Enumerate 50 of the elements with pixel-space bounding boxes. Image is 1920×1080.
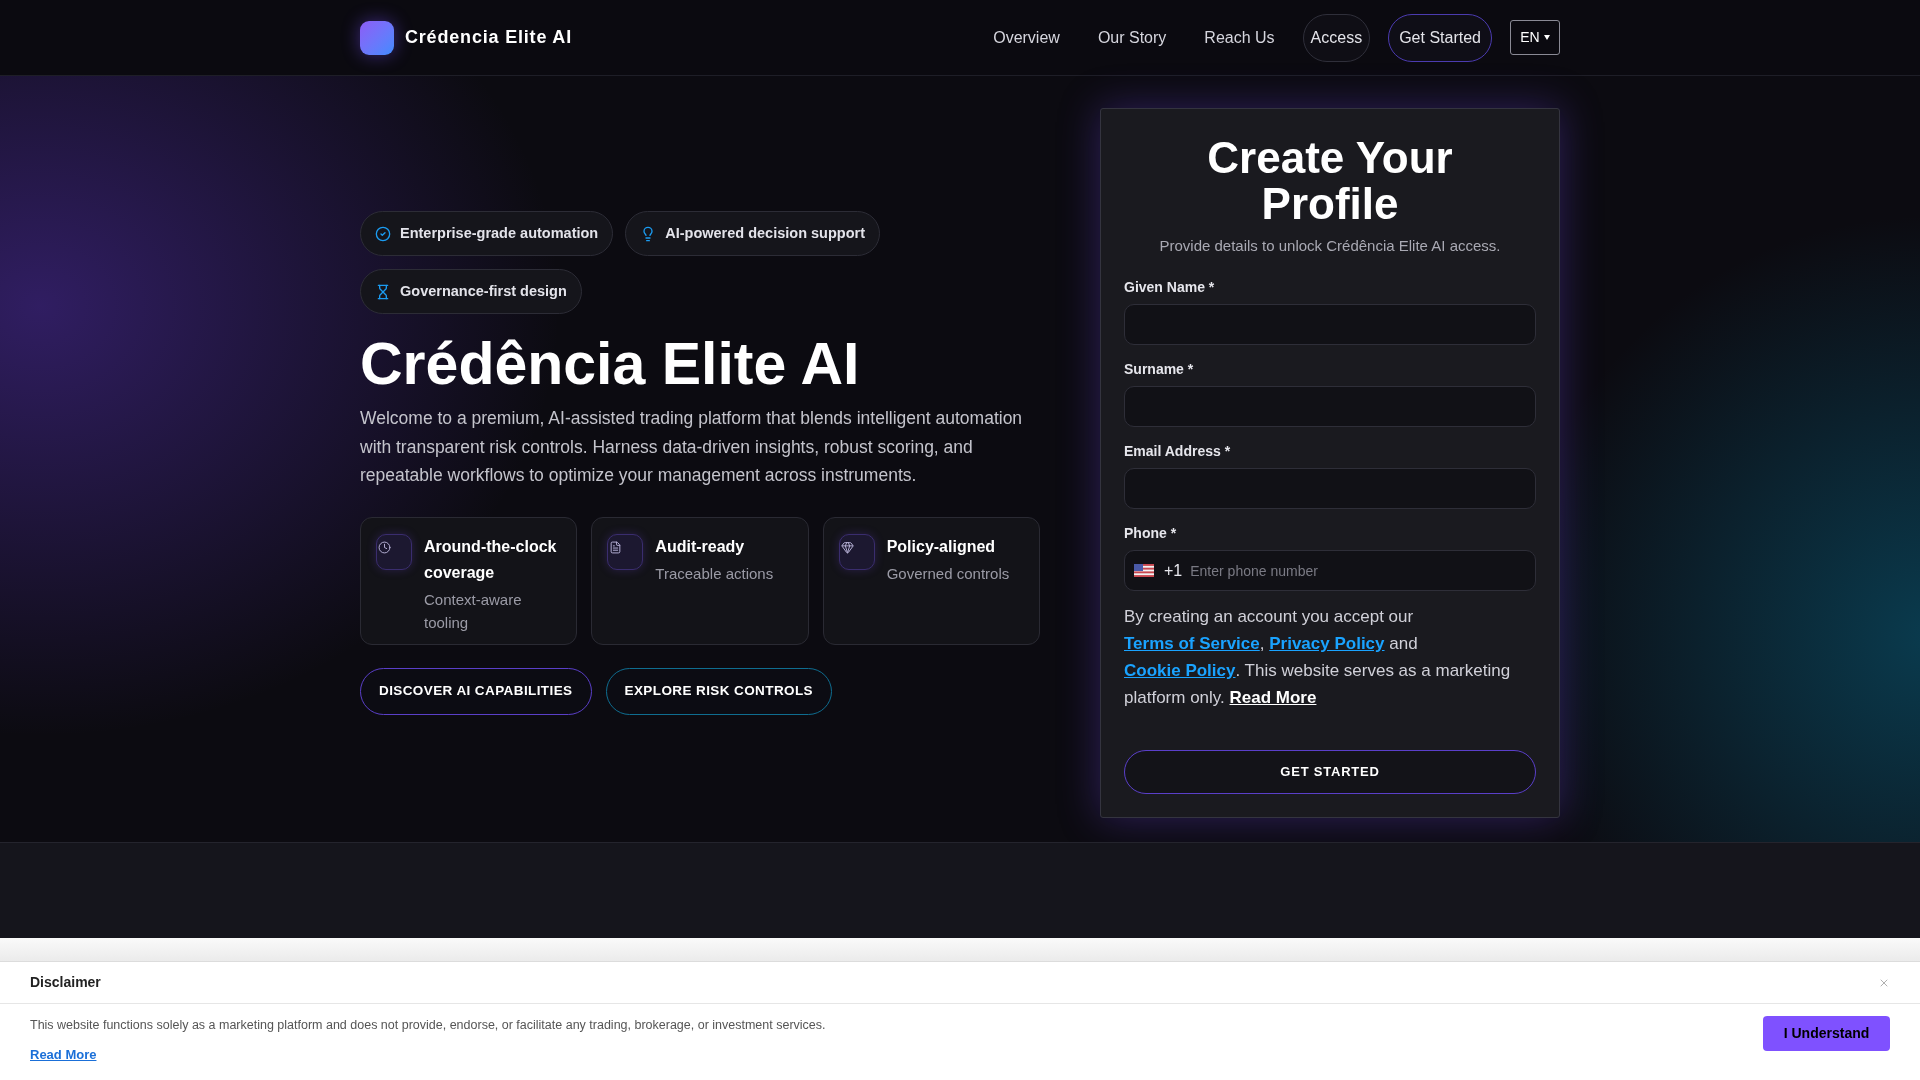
phone-number-input[interactable]: Enter phone number (1190, 559, 1523, 582)
feature-description: Traceable actions (655, 563, 774, 584)
hourglass-icon (375, 283, 391, 300)
chip-label: Enterprise-grade automation (400, 223, 599, 243)
cta-button[interactable]: EXPLORE RISK CONTROLS (605, 667, 833, 715)
feature-description: Governed controls (886, 563, 1010, 584)
feature-title: Around-the-clock coverage (424, 536, 558, 583)
field-label: Surname * (1124, 360, 1195, 379)
input-field[interactable] (1124, 468, 1536, 509)
dial-code: +1 (1164, 560, 1183, 581)
policy-link[interactable]: Cookie Policy (1124, 661, 1236, 680)
nav-link[interactable]: Reach Us (1194, 25, 1285, 50)
chip-label: AI-powered decision support (665, 223, 865, 243)
read-more-link[interactable]: Read More (1229, 688, 1317, 707)
gem-icon (838, 533, 875, 570)
brand-name: Crédencia Elite AI (405, 26, 572, 49)
feature-title: Audit-ready (655, 536, 746, 557)
form-title: Create Your Profile (1206, 135, 1454, 227)
policy-link[interactable]: Privacy Policy (1269, 634, 1385, 653)
feature-title: Policy-aligned (886, 536, 997, 557)
disclaimer-text: This website functions solely as a marketing platform and does not provide, endorse, or facilitate any trading, brokerage, or investment services. (30, 1017, 826, 1034)
form-subtitle: Provide details to unlock Crédência Elite AI access. (1158, 236, 1502, 256)
caret-icon (1543, 35, 1550, 40)
logo-icon (360, 20, 394, 55)
hero-intro: Welcome to a premium, AI-assisted trading platform that blends intelligent automation with transparent risk controls. Harness data-driven insights, robust scoring, and repeatable workflows to optimize your management across instruments. (360, 407, 1024, 488)
submit-button[interactable]: GET STARTED (1124, 750, 1536, 794)
flag-icon (1134, 564, 1154, 577)
input-field[interactable] (1124, 304, 1536, 345)
field-label: Given Name * (1124, 278, 1216, 297)
chip-label: Governance-first design (400, 281, 567, 301)
check-circle-icon (375, 225, 391, 242)
nav-link[interactable]: Our Story (1087, 25, 1177, 50)
nav-button[interactable]: Access (1302, 13, 1371, 62)
language-select[interactable]: EN (1510, 20, 1560, 55)
policy-link[interactable]: Terms of Service (1124, 634, 1260, 653)
understand-button[interactable]: I Understand (1763, 1016, 1890, 1051)
field-label: Email Address * (1124, 442, 1232, 461)
disclaimer-title: Disclaimer (30, 973, 101, 992)
hero-title: Crédência Elite AI (360, 332, 861, 397)
feature-description: Context-aware tooling (424, 589, 523, 633)
field-label: Phone * (1124, 524, 1178, 543)
nav-button[interactable]: Get Started (1388, 13, 1492, 62)
document-icon (607, 533, 644, 570)
nav-link[interactable]: Overview (983, 25, 1070, 50)
consent-text: By creating an account you accept our Terms of Service, Privacy Policy and Cookie Policy. This website serves as a marketing platform only. Read More (1124, 606, 1512, 709)
cta-button[interactable]: DISCOVER AI CAPABILITIES (360, 667, 592, 715)
clock-icon (376, 533, 412, 570)
phone-field[interactable]: +1 Enter phone number (1124, 550, 1536, 591)
input-field[interactable] (1124, 386, 1536, 427)
read-more-link[interactable]: Read More (30, 1046, 97, 1064)
